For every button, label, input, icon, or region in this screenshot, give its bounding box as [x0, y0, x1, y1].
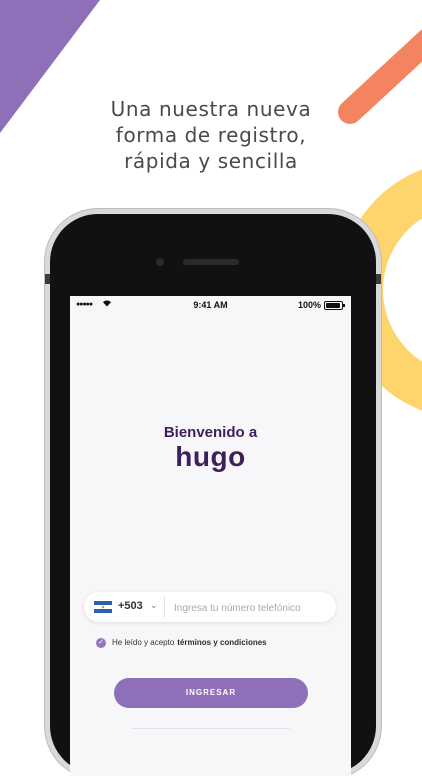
battery-percentage: 100% — [297, 300, 321, 310]
phone-screen: ●●●●● 9:41 AM 100% Bienvenido a hugo +50… — [70, 296, 351, 776]
promo-line-3: rápida y sencilla — [124, 149, 298, 173]
battery-icon — [324, 301, 345, 310]
phone-mockup: ●●●●● 9:41 AM 100% Bienvenido a hugo +50… — [45, 214, 381, 776]
phone-side-button-left — [45, 274, 50, 284]
welcome-title: Bienvenido a — [163, 424, 258, 441]
front-camera — [156, 258, 164, 266]
phone-side-button-right — [376, 274, 381, 284]
status-bar: ●●●●● 9:41 AM 100% — [70, 296, 351, 314]
terms-link[interactable]: términos y condiciones — [177, 638, 266, 647]
field-divider — [164, 596, 165, 618]
brand-logo: hugo — [175, 441, 246, 472]
earpiece-speaker — [183, 259, 239, 265]
chevron-down-icon[interactable]: ⌄ — [150, 600, 158, 611]
promo-line-2: forma de registro, — [115, 123, 307, 147]
checkmark-icon[interactable]: ✓ — [96, 638, 106, 648]
el-salvador-flag-icon[interactable] — [94, 601, 112, 613]
terms-text: He leído y acepto — [112, 638, 175, 647]
terms-label: He leído y acepto términos y condiciones — [112, 638, 267, 647]
footer-divider — [132, 728, 290, 729]
submit-button[interactable]: INGRESAR — [114, 678, 308, 708]
promo-line-1: Una nuestra nueva — [110, 97, 312, 121]
country-code[interactable]: +503 — [118, 600, 143, 612]
phone-number-input[interactable] — [172, 597, 336, 619]
promo-headline: Una nuestra nueva forma de registro, ráp… — [0, 96, 422, 174]
phone-number-field: +503 ⌄ — [84, 592, 336, 622]
